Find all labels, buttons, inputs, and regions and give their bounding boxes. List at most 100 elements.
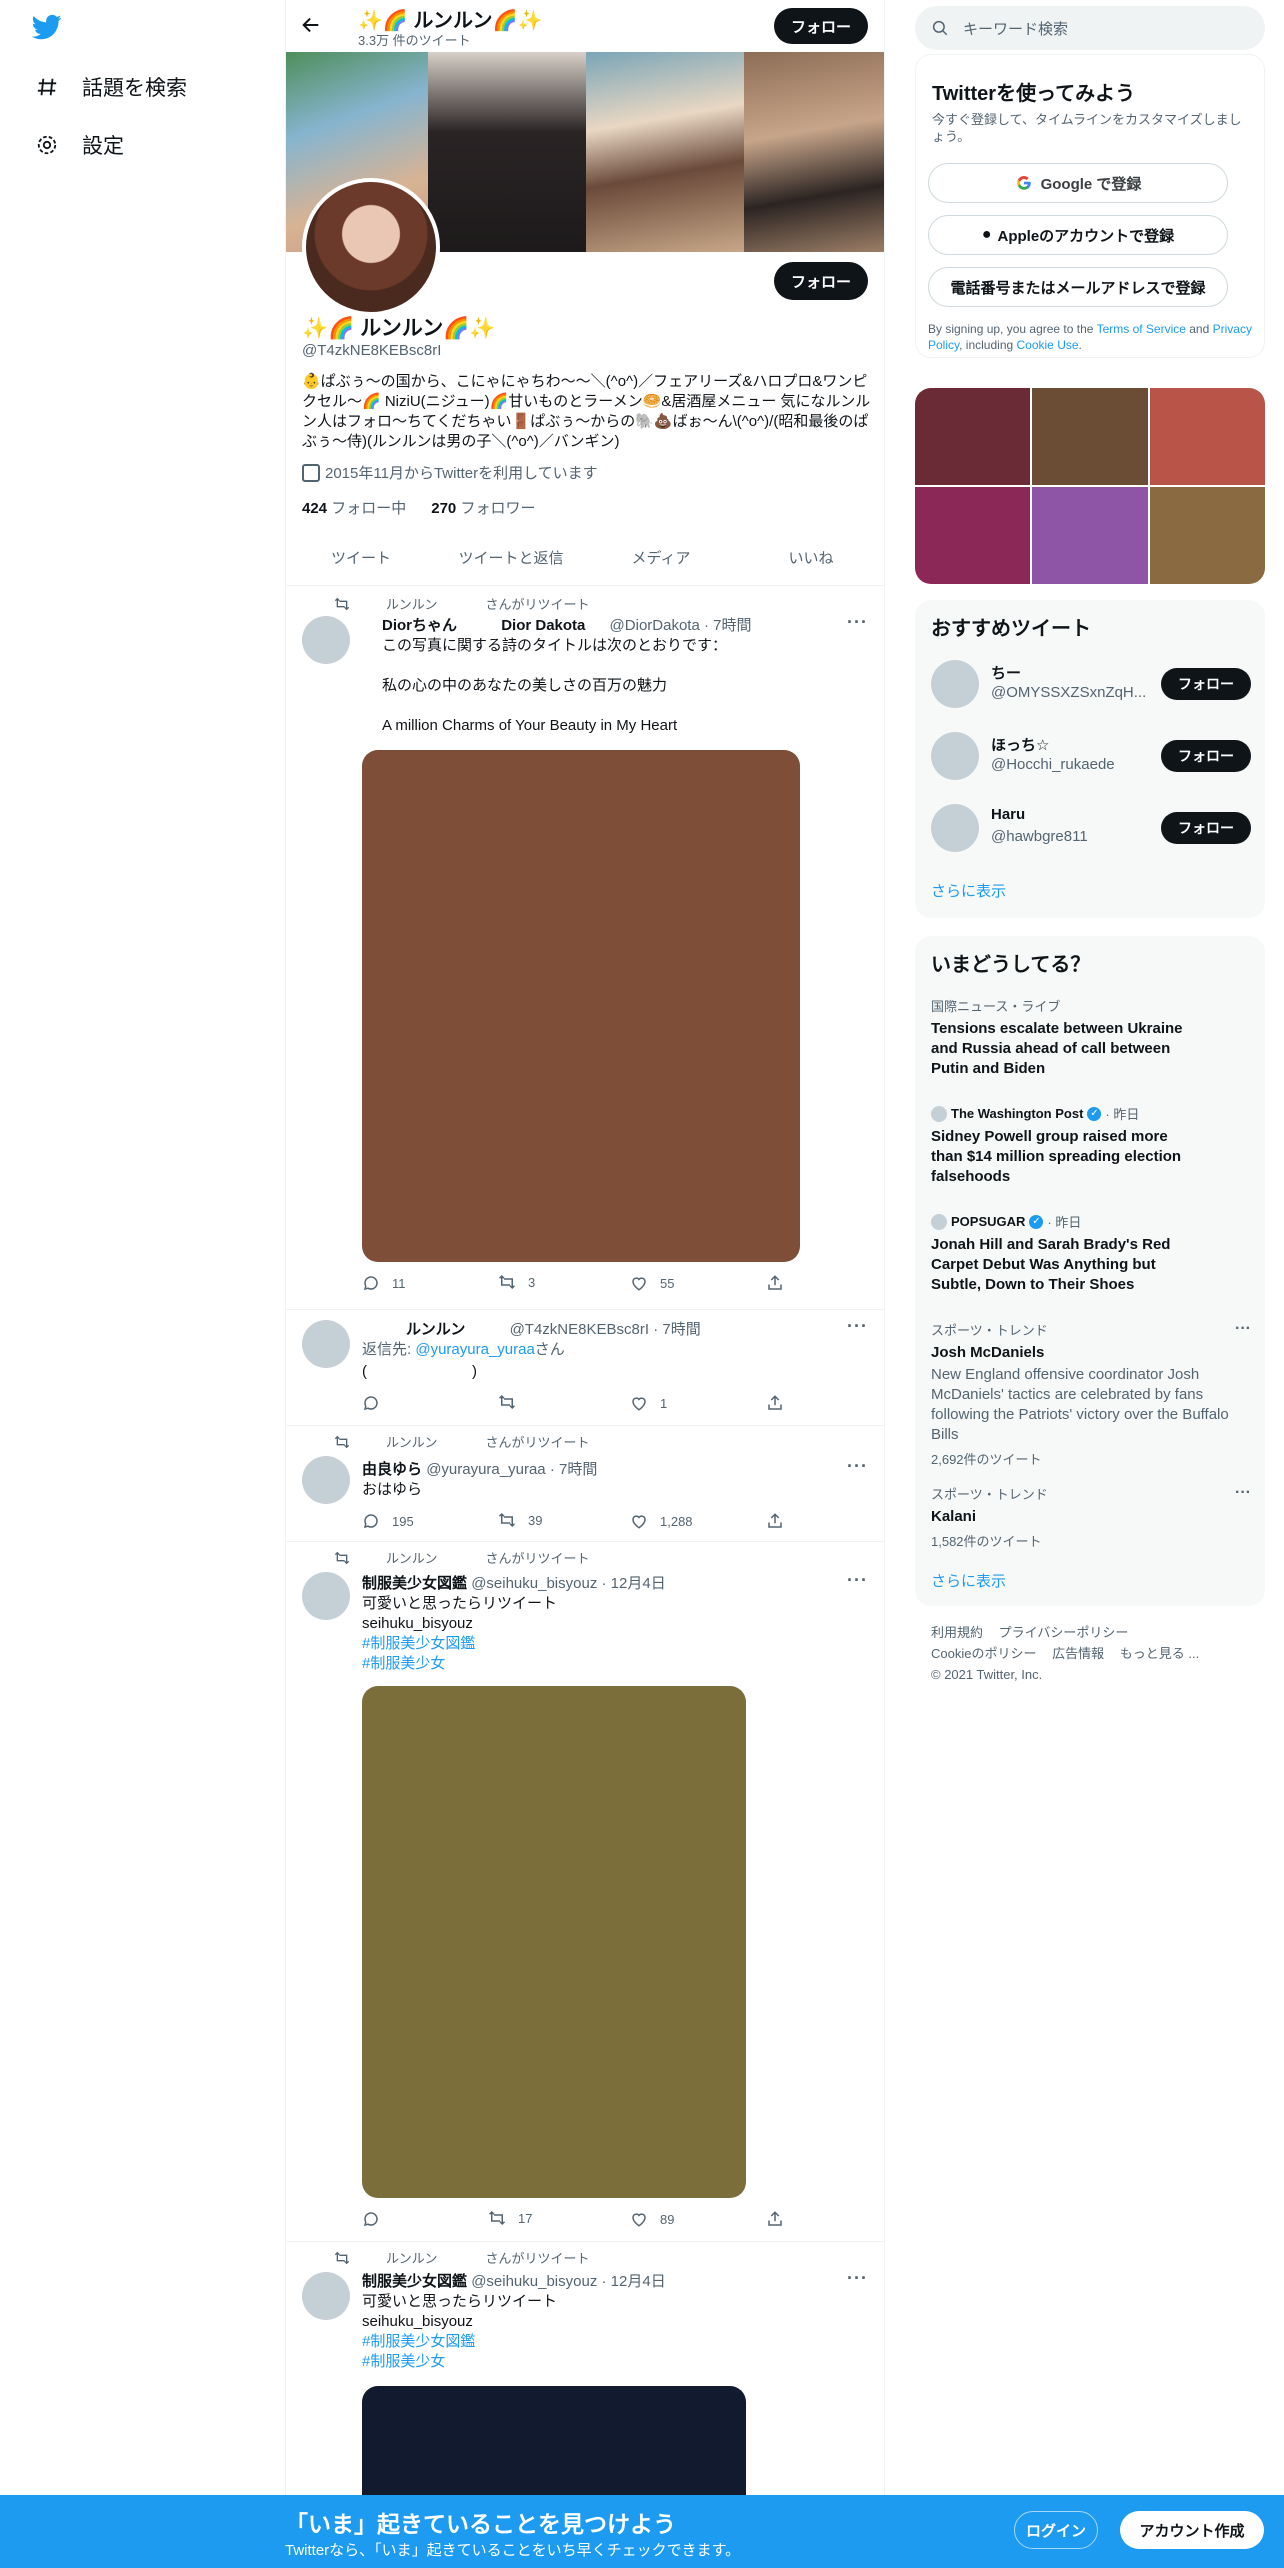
footer-link[interactable]: Cookieのポリシー [931, 1646, 1036, 1661]
tweet[interactable]: ルンルン さんがリツイート 由良ゆら @yurayura_yuraa · 7時間… [286, 1426, 884, 1542]
retweeter-name[interactable]: ルンルン [386, 1432, 437, 1451]
tweet-time[interactable]: · 7時間 [550, 1461, 598, 1478]
author-name-2[interactable]: Dior Dakota [501, 617, 585, 634]
avatar[interactable] [931, 804, 979, 852]
media-grid-photo[interactable] [915, 487, 1031, 584]
tweet-media[interactable] [362, 1686, 746, 2198]
follow-button[interactable]: フォロー [1161, 740, 1251, 772]
create-account-button[interactable]: アカウント作成 [1120, 2511, 1264, 2549]
trend-item[interactable]: POPSUGAR ✓ · 昨日 Jonah Hill and Sarah Bra… [931, 1212, 1251, 1295]
avatar[interactable] [302, 2272, 350, 2320]
share-icon[interactable] [766, 2210, 796, 2228]
more-icon[interactable]: ··· [847, 612, 868, 633]
tab-tweets-replies[interactable]: ツイートと返信 [436, 530, 586, 585]
trend-item[interactable]: スポーツ・トレンド ··· Kalani 1,582件のツイート [931, 1484, 1251, 1550]
tweet-time[interactable]: · 7時間 [653, 1321, 701, 1338]
hashtag-link[interactable]: #制服美少女 [362, 2352, 445, 2372]
retweeter-name[interactable]: ルンルン [386, 1548, 437, 1567]
more-icon[interactable]: ··· [847, 1316, 868, 1337]
apple-signup-button[interactable]: ● Appleのアカウントで登録 [928, 215, 1228, 255]
author-handle[interactable]: @DiorDakota [610, 617, 700, 634]
follow-button[interactable]: フォロー [1161, 812, 1251, 844]
recommendation-item[interactable]: ちー @OMYSSXZSxnZqH... フォロー [931, 656, 1251, 712]
footer-link[interactable]: 利用規約 [931, 1625, 983, 1640]
reply-button[interactable]: 195 [362, 1512, 414, 1530]
avatar[interactable] [931, 660, 979, 708]
footer-link[interactable]: プライバシーポリシー [999, 1625, 1129, 1640]
tab-tweets[interactable]: ツイート [286, 530, 436, 585]
more-icon[interactable]: ··· [1235, 1320, 1251, 1338]
author-name[interactable]: Diorちゃん [382, 617, 457, 634]
footer-link[interactable]: 広告情報 [1052, 1646, 1104, 1661]
tweet[interactable]: ルンルン さんがリツイート Diorちゃん Dior Dakota @DiorD… [286, 586, 884, 1310]
avatar[interactable] [302, 1320, 350, 1368]
google-signup-button[interactable]: Google で登録 [928, 163, 1228, 203]
twitter-logo-icon[interactable] [30, 12, 66, 44]
like-button[interactable]: 1 [630, 1394, 667, 1412]
following-link[interactable]: 424 フォロー中 [302, 500, 406, 517]
author-handle[interactable]: @seihuku_bisyouz [471, 2273, 597, 2290]
tweet-media[interactable] [362, 750, 800, 1262]
author-name[interactable]: 制服美少女図鑑 [362, 2273, 467, 2290]
cookie-link[interactable]: Cookie Use [1017, 338, 1079, 352]
author-name[interactable]: 由良ゆら [362, 1461, 422, 1478]
trend-item[interactable]: 国際ニュース・ライブ Tensions escalate between Ukr… [931, 996, 1251, 1079]
more-icon[interactable]: ··· [847, 2268, 868, 2289]
login-button[interactable]: ログイン [1014, 2511, 1098, 2549]
trend-item[interactable]: スポーツ・トレンド ··· Josh McDaniels New England… [931, 1320, 1251, 1468]
retweet-button[interactable] [498, 1394, 528, 1410]
more-icon[interactable]: ··· [1235, 1484, 1251, 1502]
nav-explore[interactable]: 話題を検索 [34, 72, 187, 102]
author-handle[interactable]: @T4zkNE8KEBsc8rI [510, 1321, 649, 1338]
hashtag-link[interactable]: #制服美少女図鑑 [362, 1634, 475, 1654]
avatar[interactable] [931, 732, 979, 780]
retweet-button[interactable]: 3 [498, 1274, 535, 1290]
profile-avatar[interactable] [302, 178, 440, 316]
share-icon[interactable] [766, 1512, 796, 1530]
hashtag-link[interactable]: #制服美少女 [362, 1654, 445, 1674]
trend-item[interactable]: The Washington Post ✓ · 昨日 Sidney Powell… [931, 1104, 1251, 1187]
follow-button[interactable]: フォロー [1161, 668, 1251, 700]
followers-link[interactable]: 270 フォロワー [431, 500, 535, 517]
author-handle[interactable]: @yurayura_yuraa [426, 1461, 545, 1478]
media-grid-photo[interactable] [1149, 388, 1265, 485]
share-icon[interactable] [766, 1274, 796, 1292]
media-grid-photo[interactable] [1149, 487, 1265, 584]
reply-to-link[interactable]: @yurayura_yuraa [415, 1341, 534, 1358]
recommendation-item[interactable]: ほっち☆ @Hocchi_rukaede フォロー [931, 728, 1251, 784]
avatar[interactable] [302, 616, 350, 664]
share-icon[interactable] [766, 1394, 796, 1412]
avatar[interactable] [302, 1456, 350, 1504]
media-grid-photo[interactable] [1032, 388, 1148, 485]
header-follow-button[interactable]: フォロー [774, 8, 868, 44]
nav-settings[interactable]: 設定 [34, 130, 124, 160]
tab-media[interactable]: メディア [586, 530, 736, 585]
retweet-button[interactable]: 17 [488, 2210, 532, 2226]
reply-button[interactable]: 11 [362, 1274, 406, 1292]
like-button[interactable]: 55 [630, 1274, 674, 1292]
tweet-time[interactable]: · 12月4日 [602, 2273, 666, 2290]
tab-likes[interactable]: いいね [736, 530, 884, 585]
tweet-time[interactable]: · 12月4日 [602, 1575, 666, 1592]
more-icon[interactable]: ··· [847, 1456, 868, 1477]
retweeter-name[interactable]: ルンルン [386, 594, 437, 613]
recommendations-show-more[interactable]: さらに表示 [931, 880, 1006, 901]
media-grid-photo[interactable] [915, 388, 1031, 485]
tweet-time[interactable]: · 7時間 [704, 617, 752, 634]
reply-button[interactable] [362, 1394, 392, 1412]
more-icon[interactable]: ··· [847, 1570, 868, 1591]
retweet-button[interactable]: 39 [498, 1512, 542, 1528]
retweeter-name[interactable]: ルンルン [386, 2248, 437, 2267]
author-name[interactable]: 制服美少女図鑑 [362, 1575, 467, 1592]
trends-show-more[interactable]: さらに表示 [931, 1570, 1006, 1591]
profile-follow-button[interactable]: フォロー [774, 262, 868, 300]
back-arrow-icon[interactable] [300, 14, 324, 38]
author-handle[interactable]: @seihuku_bisyouz [471, 1575, 597, 1592]
tweet[interactable]: ルンルン @T4zkNE8KEBsc8rI · 7時間 ··· 返信先: @yu… [286, 1310, 884, 1426]
phone-email-signup-button[interactable]: 電話番号またはメールアドレスで登録 [928, 267, 1228, 307]
like-button[interactable]: 1,288 [630, 1512, 693, 1530]
terms-link[interactable]: Terms of Service [1097, 322, 1186, 336]
media-grid-photo[interactable] [1032, 487, 1148, 584]
tweet[interactable]: ルンルン さんがリツイート 制服美少女図鑑 @seihuku_bisyouz ·… [286, 1542, 884, 2242]
recommendation-item[interactable]: Haru @hawbgre811 フォロー [931, 800, 1251, 856]
